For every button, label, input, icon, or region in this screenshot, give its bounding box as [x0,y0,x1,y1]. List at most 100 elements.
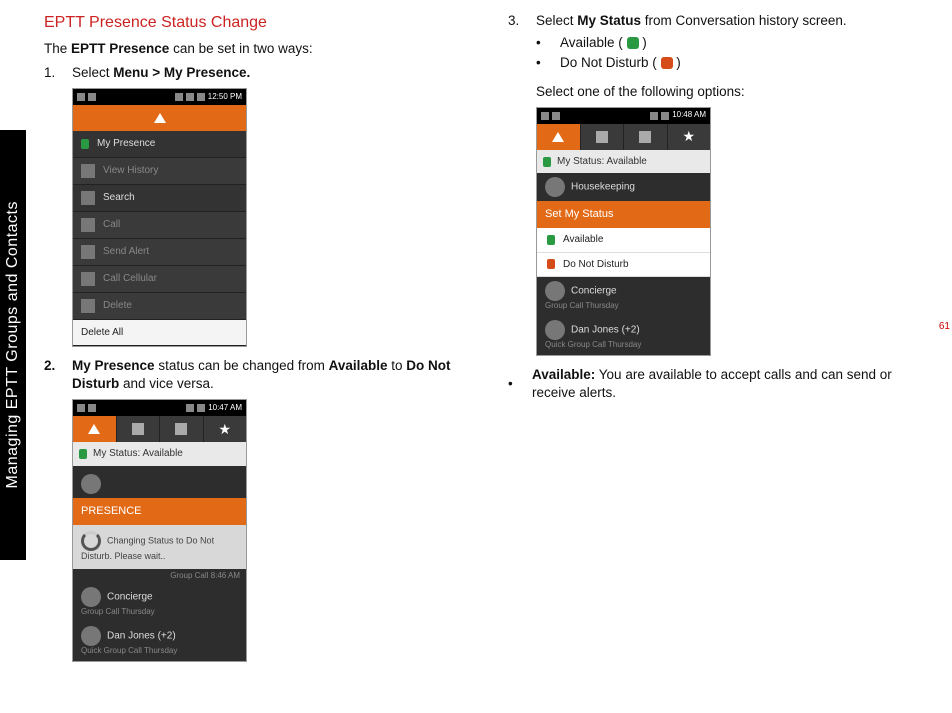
avatar-icon [545,320,565,340]
left-column: EPTT Presence Status Change The EPTT Pre… [44,12,468,703]
call-icon [81,218,95,232]
available-dot-icon [547,235,555,245]
status-right: 10:47 AM [186,403,242,414]
bullet-available: • Available ( ) [536,34,932,52]
clock: 10:47 AM [208,403,242,414]
menu-item-my-presence[interactable]: My Presence [73,131,246,158]
notif-icon [552,112,560,120]
faded-meta: Group Call 8:46 AM [73,569,246,584]
step-number: 3. [508,12,536,30]
bullet-text: Available ( ) [560,34,647,52]
popup-title: Set My Status [537,201,710,228]
notif-icon [77,404,85,412]
tab-groups[interactable] [624,124,668,150]
select-options-text: Select one of the following options: [536,83,932,101]
text: The [44,41,71,56]
screenshot-presence-changing: 10:47 AM ★ My Status: Available PRESENCE… [72,399,247,661]
status-left-icons [77,93,96,101]
my-status-row[interactable]: My Status: Available [537,150,710,174]
my-status-row[interactable]: My Status: Available [73,442,246,466]
available-indicator-icon [627,37,639,49]
tab-home[interactable] [73,416,117,442]
text: Select [72,65,113,80]
content-columns: EPTT Presence Status Change The EPTT Pre… [44,12,932,703]
menu-item-search[interactable]: Search [73,185,246,212]
wifi-icon [186,93,194,101]
notif-icon [541,112,549,120]
step-2: 2. My Presence status can be changed fro… [44,357,468,393]
home-icon [88,424,100,434]
status-label: My Status: Available [93,447,183,461]
notif-icon [88,404,96,412]
notif-icon [77,93,85,101]
text-bold: Available [329,358,388,373]
dnd-dot-icon [547,259,555,269]
item-subtitle: Group Call Thursday [545,301,702,312]
bullet: • [508,375,532,393]
screenshot-set-my-status: 10:48 AM ★ My Status: Available Housekee… [536,107,711,356]
star-icon: ★ [682,127,695,146]
bullet-text: Do Not Disturb ( ) [560,54,681,72]
menu-item-call-cellular[interactable]: Call Cellular [73,266,246,293]
tab-groups[interactable] [160,416,204,442]
menu-item-delete-all[interactable]: Delete All [73,320,246,347]
status-left-icons [541,112,560,120]
item-title: Concierge [107,592,153,603]
option-available[interactable]: Available [537,228,710,253]
list-item-dan-jones[interactable]: Dan Jones (+2)Quick Group Call Thursday [537,316,710,355]
menu-item-send-alert[interactable]: Send Alert [73,239,246,266]
section-tab: Managing EPTT Groups and Contacts [0,130,26,560]
text: Available ( [560,35,627,50]
bullet-text: Available: You are available to accept c… [532,366,932,402]
history-icon [81,164,95,178]
item-subtitle: Quick Group Call Thursday [545,340,702,351]
status-options: Available Do Not Disturb [537,228,710,277]
menu-item-delete[interactable]: Delete [73,293,246,320]
avatar-icon [545,177,565,197]
contacts-icon [596,131,608,143]
bullet: • [536,34,560,52]
battery-icon [661,112,669,120]
popup-title: PRESENCE [73,498,246,525]
option-dnd[interactable]: Do Not Disturb [537,253,710,278]
menu-item-view-history[interactable]: View History [73,158,246,185]
status-right: 12:50 PM [175,92,242,103]
notif-icon [88,93,96,101]
tab-home[interactable] [537,124,581,150]
tab-bar: ★ [73,416,246,442]
item-title: Concierge [571,286,617,297]
text-bold: Available: [532,367,595,382]
star-icon: ★ [218,420,231,439]
menu-label: Call [103,218,120,232]
page-number: 61 [939,321,950,332]
menu-item-call[interactable]: Call [73,212,246,239]
text-bold: EPTT Presence [71,41,169,56]
contacts-icon [132,423,144,435]
list-item [73,466,246,498]
popup-text: Changing Status to Do Not Disturb. Pleas… [81,535,214,561]
popup-body: Changing Status to Do Not Disturb. Pleas… [73,525,246,569]
text: status can be changed from [155,358,329,373]
tab-home[interactable] [73,105,246,131]
tab-favorites[interactable]: ★ [204,416,247,442]
menu-label: Send Alert [103,245,149,259]
tab-favorites[interactable]: ★ [668,124,711,150]
text: Do Not Disturb ( [560,55,661,70]
avatar-icon [81,587,101,607]
list-item-concierge[interactable]: Concierge Group Call Thursday [537,277,710,316]
tab-contacts[interactable] [581,124,625,150]
bullet-available-desc: • Available: You are available to accept… [508,366,932,402]
tab-contacts[interactable] [117,416,161,442]
text: ) [673,55,681,70]
status-bar: 10:47 AM [73,400,246,416]
clock: 12:50 PM [208,92,242,103]
menu-list: My Presence View History Search Call Sen… [73,131,246,346]
list-item-concierge[interactable]: ConciergeGroup Call Thursday [73,583,246,622]
list-item-dan-jones[interactable]: Dan Jones (+2)Quick Group Call Thursday [73,622,246,661]
text-bold: Menu > My Presence. [113,65,250,80]
groups-icon [175,423,187,435]
step-text: My Presence status can be changed from A… [72,357,468,393]
presence-dot-icon [81,139,89,149]
list-item-housekeeping: Housekeeping [537,173,710,201]
menu-label: Search [103,191,135,205]
